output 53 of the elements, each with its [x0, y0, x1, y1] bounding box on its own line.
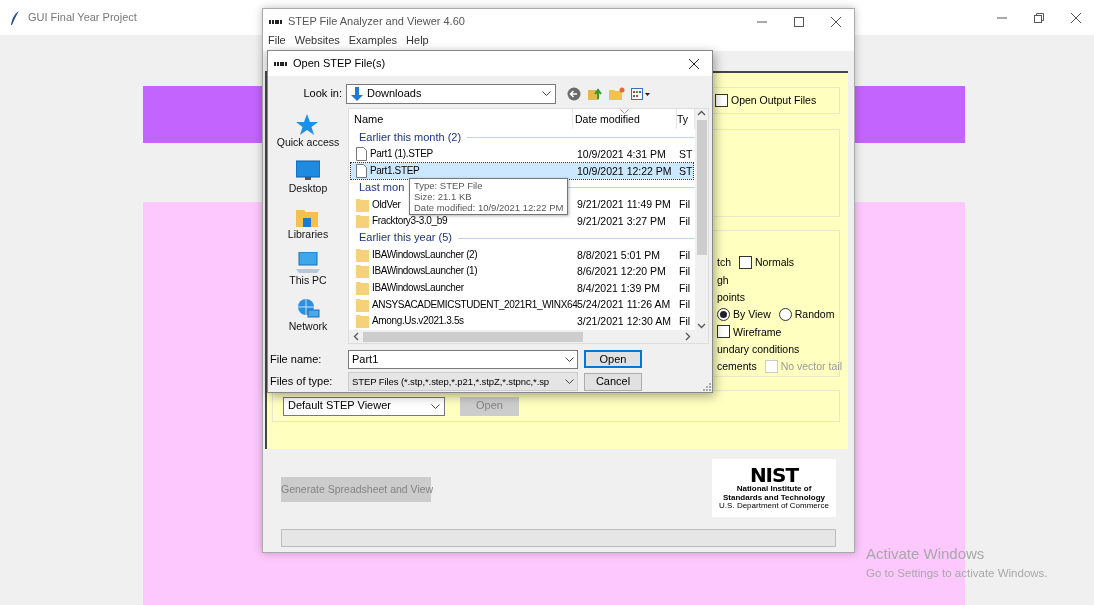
file-type: Fil — [679, 198, 692, 211]
file-name: IBAWindowsLauncher (1) — [372, 265, 478, 278]
option-label: cements — [717, 360, 757, 373]
file-type: ST — [679, 164, 693, 178]
file-type: Fil — [679, 248, 692, 262]
activation-title: Activate Windows — [866, 545, 986, 563]
file-date: 3/21/2021 12:30 AM — [576, 314, 672, 328]
file-date: 10/9/2021 4:31 PM — [576, 148, 667, 161]
tooltip-line: Type: STEP File — [414, 180, 484, 192]
radio-label: Random — [794, 308, 835, 321]
file-date: 8/6/2021 12:20 PM — [576, 265, 667, 278]
file-date: 8/8/2021 5:01 PM — [576, 248, 661, 262]
checkbox-label: Normals — [755, 256, 795, 269]
tooltip-line: Date modified: 10/9/2021 12:22 PM — [414, 202, 564, 214]
field-label: File name: — [269, 352, 323, 366]
file-name: IBAWindowsLauncher — [372, 282, 464, 295]
file-type: Fil — [679, 298, 692, 311]
dialog-title: Open STEP File(s) — [293, 56, 386, 71]
file-type: Fil — [679, 214, 692, 228]
file-type: Fil — [679, 265, 692, 278]
activation-text: Go to Settings to activate Windows. — [866, 567, 1048, 581]
option-label: undary conditions — [717, 342, 800, 356]
window-title: GUI Final Year Project — [28, 10, 137, 25]
file-name: OldVer — [372, 198, 401, 211]
radio-label: By View — [733, 308, 771, 321]
logo-caption: U.S. Department of Commerce — [719, 502, 829, 511]
file-date: 9/21/2021 11:49 PM — [576, 198, 672, 211]
file-date: 10/9/2021 12:22 PM — [576, 164, 673, 178]
logo-caption: Standards and Technology — [722, 493, 826, 502]
file-name: Part1 (1).STEP — [370, 148, 433, 161]
logo-text: NIST — [749, 465, 799, 486]
file-type: Fil — [679, 314, 692, 328]
field-label: Look in: — [302, 87, 343, 101]
checkbox-label: No vector tail — [780, 360, 842, 373]
window-title: STEP File Analyzer and Viewer 4.60 — [288, 14, 465, 29]
field-label: Files of type: — [269, 375, 334, 389]
file-name: Fracktory3-3.0_b9 — [372, 215, 448, 228]
file-name: IBAWindowsLauncher (2) — [372, 248, 478, 261]
file-date: 5/24/2021 11:26 AM — [576, 298, 672, 311]
file-name: Part1.STEP — [370, 165, 420, 178]
logo-caption: National Institute of — [736, 485, 812, 494]
tooltip-line: Size: 21.1 KB — [414, 191, 473, 203]
file-name: Among.Us.v2021.3.5s — [372, 315, 464, 328]
checkbox-label: Open Output Files — [731, 94, 817, 107]
file-date: 9/21/2021 3:27 PM — [576, 214, 667, 228]
file-type: Fil — [679, 281, 692, 295]
checkbox-label: Wireframe — [733, 325, 782, 339]
option-label: tch — [717, 256, 731, 269]
file-date: 8/4/2021 1:39 PM — [576, 281, 661, 295]
file-type: ST — [679, 148, 693, 161]
option-label: gh — [717, 273, 729, 287]
option-label: points — [717, 290, 746, 304]
file-name: ANSYSACADEMICSTUDENT_2021R1_WINX64 — [372, 298, 578, 311]
